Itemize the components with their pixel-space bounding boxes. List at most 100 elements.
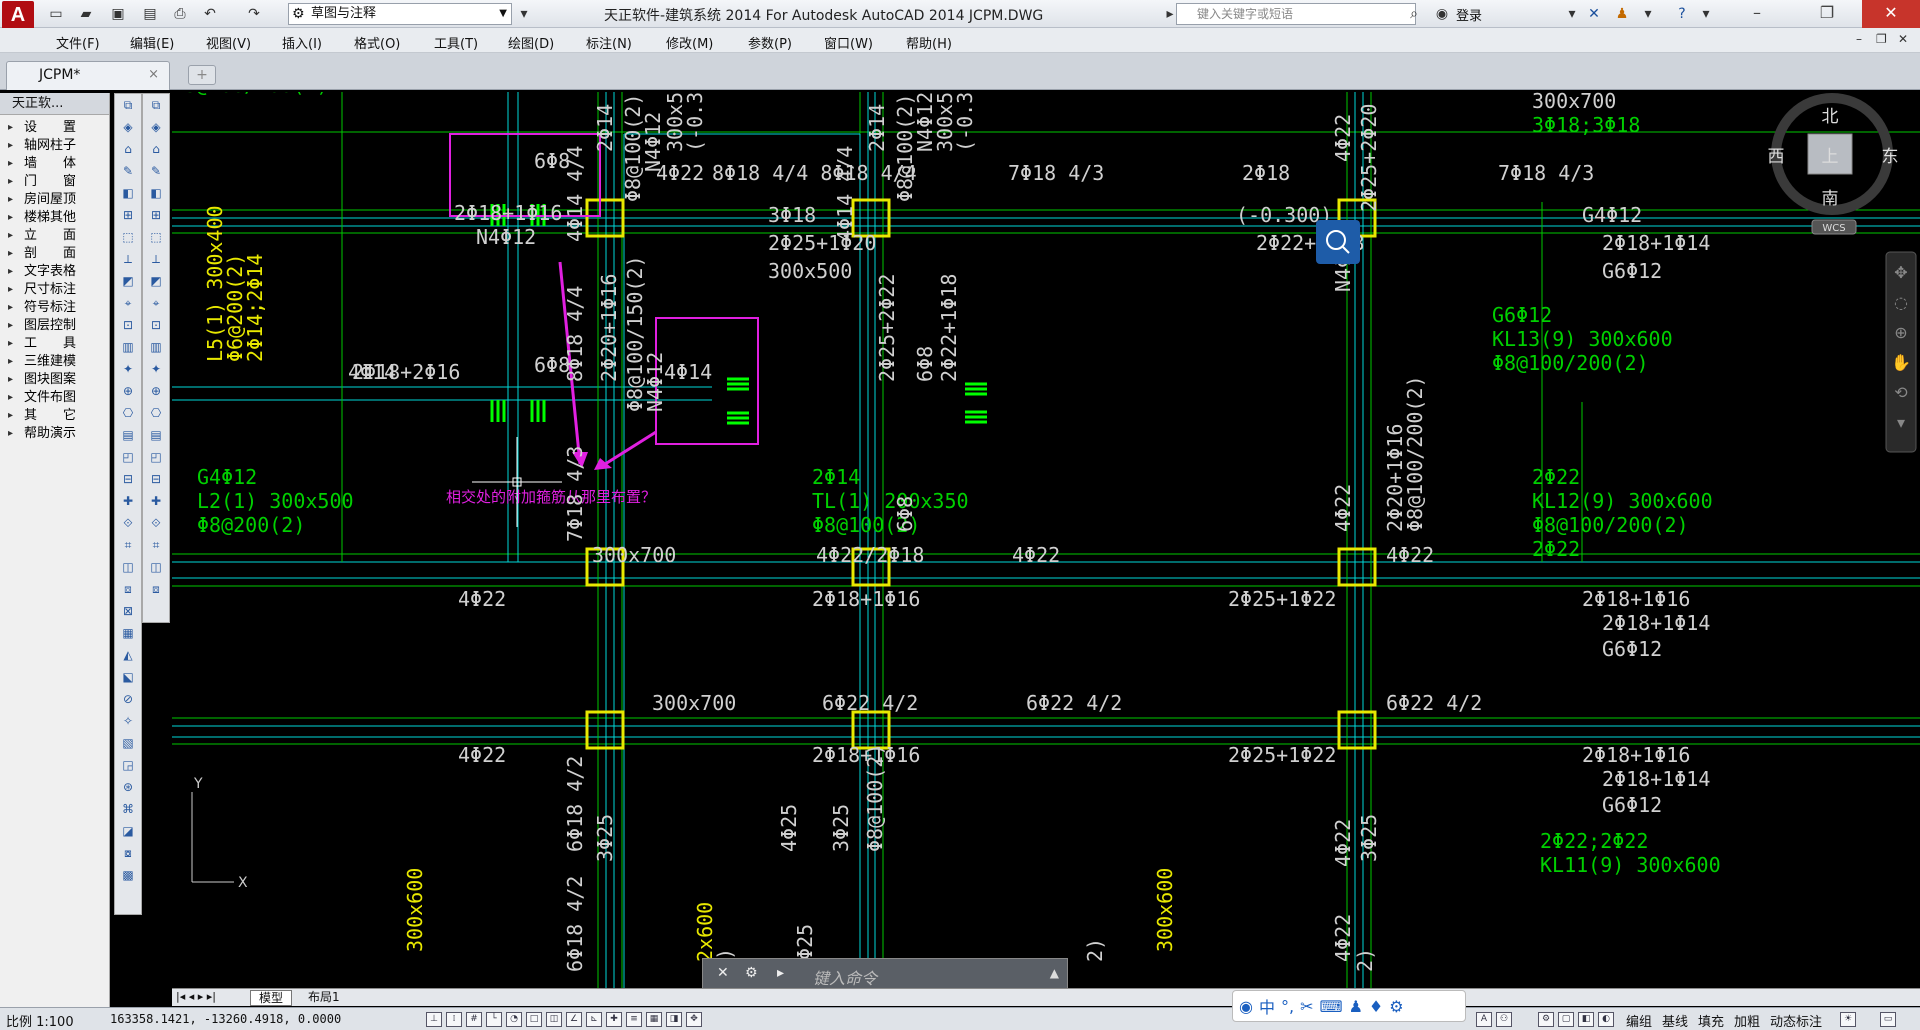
- zoom-search-button[interactable]: [1316, 220, 1360, 264]
- tool-icon[interactable]: ⧉: [143, 94, 169, 116]
- save-as-icon[interactable]: ▤: [140, 4, 160, 24]
- workspace-switch-icon[interactable]: ⚙: [1538, 1012, 1554, 1027]
- ortho-icon[interactable]: └: [486, 1012, 502, 1027]
- tool-icon[interactable]: ⊛: [115, 776, 141, 798]
- status-group-button[interactable]: 编组: [1626, 1011, 1652, 1030]
- tool-icon[interactable]: ⧈: [115, 578, 141, 600]
- tool-icon[interactable]: ✦: [143, 358, 169, 380]
- scale-readout[interactable]: 比例 1:100: [6, 1011, 74, 1030]
- tool-icon[interactable]: ⬕: [115, 666, 141, 688]
- new-tab-button[interactable]: +: [188, 65, 216, 85]
- command-close-icon[interactable]: ✕: [717, 965, 729, 981]
- tz-menu-item[interactable]: 图层控制: [0, 317, 109, 335]
- tool-icon[interactable]: ◰: [115, 446, 141, 468]
- tool-icon[interactable]: ▥: [143, 336, 169, 358]
- navbar-tool-icon[interactable]: ⊕: [1894, 323, 1907, 342]
- navbar-tool-icon[interactable]: ✥: [1894, 263, 1907, 282]
- command-settings-icon[interactable]: ⚙: [745, 965, 758, 981]
- tz-menu-item[interactable]: 剖 面: [0, 245, 109, 263]
- doc-minimize-icon[interactable]: –: [1856, 32, 1862, 46]
- ime-keyboard-icon[interactable]: ⌨: [1319, 997, 1342, 1016]
- tab-jcpm[interactable]: JCPM* ×: [6, 61, 170, 90]
- new-file-icon[interactable]: ▭: [46, 4, 66, 24]
- tz-menu-item[interactable]: 墙 体: [0, 155, 109, 173]
- login-dropdown-icon[interactable]: ▾: [1562, 4, 1582, 24]
- navbar-tool-icon[interactable]: ◌: [1894, 293, 1908, 312]
- tool-icon[interactable]: ◪: [115, 820, 141, 842]
- binoculars-icon[interactable]: ⌕: [1404, 4, 1424, 24]
- doc-close-icon[interactable]: ✕: [1898, 32, 1908, 46]
- bulb-icon[interactable]: ☀: [1840, 1012, 1856, 1027]
- tz-menu-item[interactable]: 尺寸标注: [0, 281, 109, 299]
- tz-menu-item[interactable]: 帮助演示: [0, 425, 109, 443]
- user-icon[interactable]: ◉: [1432, 4, 1452, 24]
- login-link[interactable]: 登录: [1456, 5, 1482, 24]
- tool-icon[interactable]: ◭: [115, 644, 141, 666]
- tz-menu-item[interactable]: 工 具: [0, 335, 109, 353]
- status-bold-button[interactable]: 加粗: [1734, 1011, 1760, 1030]
- doc-restore-icon[interactable]: ❐: [1876, 32, 1887, 46]
- tz-menu-item[interactable]: 门 窗: [0, 173, 109, 191]
- help-dropdown-icon[interactable]: ▾: [1696, 4, 1716, 24]
- ime-toolbar[interactable]: ◉ 中 °, ✂ ⌨ ♟ ♦ ⚙: [1232, 990, 1466, 1022]
- tool-icon[interactable]: ✧: [115, 710, 141, 732]
- menu-dimension[interactable]: 标注(N): [586, 33, 632, 52]
- lineweight-icon[interactable]: ≡: [626, 1012, 642, 1027]
- ducs-icon[interactable]: ⊾: [586, 1012, 602, 1027]
- annotation-icon[interactable]: A: [1476, 1012, 1492, 1027]
- layout-nav-icons[interactable]: |◂ ◂ ▸ ▸|: [176, 990, 216, 1003]
- tool-icon[interactable]: ◧: [143, 182, 169, 204]
- tool-icon[interactable]: ⎔: [115, 402, 141, 424]
- tool-icon[interactable]: ◲: [115, 754, 141, 776]
- tool-icon[interactable]: ⟐: [143, 512, 169, 534]
- viewcube-west-label[interactable]: 西: [1768, 147, 1785, 167]
- navbar-tool-icon[interactable]: ✋: [1891, 353, 1911, 372]
- viewcube-top-label[interactable]: 上: [1822, 147, 1839, 167]
- autocad-logo-icon[interactable]: A: [2, 1, 34, 31]
- menu-file[interactable]: 文件(F): [56, 33, 100, 52]
- ime-scissors-icon[interactable]: ✂: [1300, 997, 1313, 1016]
- tool-icon[interactable]: ⬚: [143, 226, 169, 248]
- tool-icon[interactable]: ⊡: [115, 314, 141, 336]
- status-fill-button[interactable]: 填充: [1698, 1011, 1724, 1030]
- menu-window[interactable]: 窗口(W): [824, 33, 873, 52]
- tool-icon[interactable]: ◩: [115, 270, 141, 292]
- tz-menu-item[interactable]: 图块图案: [0, 371, 109, 389]
- tz-menu-item[interactable]: 三维建模: [0, 353, 109, 371]
- tool-icon[interactable]: ⌗: [115, 534, 141, 556]
- tool-icon[interactable]: ◈: [143, 116, 169, 138]
- tool-icon[interactable]: ⧇: [115, 842, 141, 864]
- navbar-tool-icon[interactable]: ▾: [1897, 413, 1905, 432]
- help-icon[interactable]: ?: [1672, 4, 1692, 24]
- tool-icon[interactable]: ◫: [115, 556, 141, 578]
- viewcube-south-label[interactable]: 南: [1822, 189, 1839, 209]
- tool-icon[interactable]: ⊟: [115, 468, 141, 490]
- tool-icon[interactable]: ⬚: [115, 226, 141, 248]
- tz-menu-item[interactable]: 设 置: [0, 119, 109, 137]
- tool-icon[interactable]: ⎔: [143, 402, 169, 424]
- drawing-canvas[interactable]: 相交处的附加箍筋从那里布置？ X Y 6Φ8 2Φ18+1Φ16 N4Φ12 6Φ8 4Φ14…: [172, 92, 1920, 989]
- restore-button[interactable]: ❐: [1804, 0, 1850, 28]
- ime-settings-icon[interactable]: ⚙: [1389, 997, 1403, 1016]
- tz-menu-item[interactable]: 文件布图: [0, 389, 109, 407]
- tool-icon[interactable]: ⌗: [143, 534, 169, 556]
- menu-help[interactable]: 帮助(H): [906, 33, 952, 52]
- osnap-icon[interactable]: □: [526, 1012, 542, 1027]
- sc-icon[interactable]: ✥: [686, 1012, 702, 1027]
- tool-icon[interactable]: ✎: [115, 160, 141, 182]
- menu-tools[interactable]: 工具(T): [434, 33, 478, 52]
- tool-icon[interactable]: ⊞: [115, 204, 141, 226]
- ime-lang[interactable]: 中: [1259, 994, 1275, 1018]
- tool-icon[interactable]: ▩: [115, 864, 141, 886]
- otrack-icon[interactable]: ∠: [566, 1012, 582, 1027]
- exchange-icon[interactable]: ✕: [1584, 4, 1604, 24]
- tool-icon[interactable]: ⟐: [115, 512, 141, 534]
- qp-icon[interactable]: ◨: [666, 1012, 682, 1027]
- status-baseline-button[interactable]: 基线: [1662, 1011, 1688, 1030]
- tab-close-icon[interactable]: ×: [148, 62, 159, 88]
- tz-menu-item[interactable]: 其 它: [0, 407, 109, 425]
- a360-dropdown-icon[interactable]: ▾: [1638, 4, 1658, 24]
- tool-icon[interactable]: ⊡: [143, 314, 169, 336]
- tool-icon[interactable]: ◈: [115, 116, 141, 138]
- ime-user-icon[interactable]: ♟: [1349, 997, 1363, 1016]
